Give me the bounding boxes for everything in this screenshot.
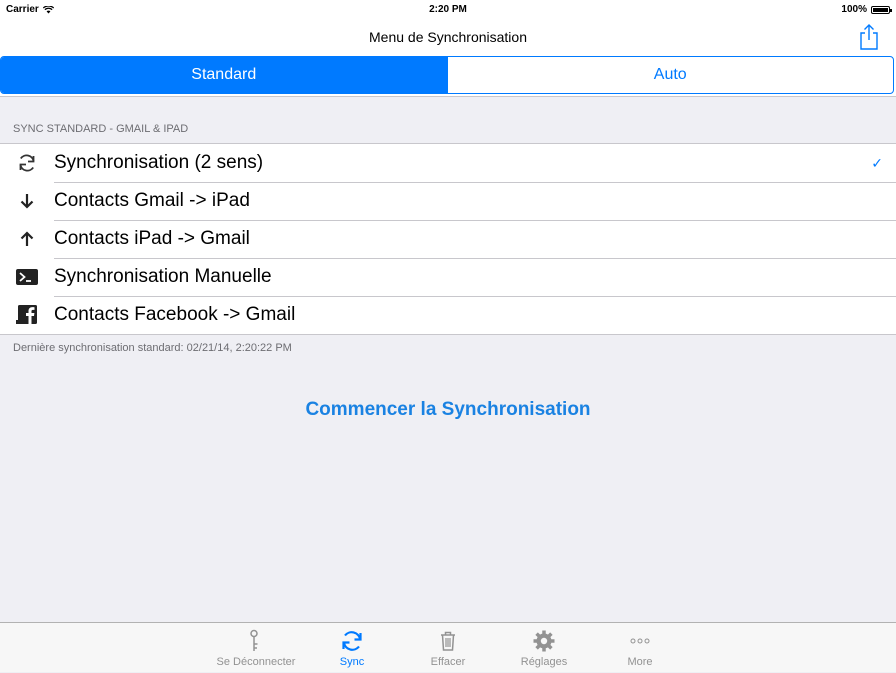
row-manual-sync[interactable]: Synchronisation Manuelle (0, 258, 896, 296)
row-ipad-to-gmail[interactable]: Contacts iPad -> Gmail (0, 220, 896, 258)
row-label: Contacts Facebook -> Gmail (54, 304, 296, 325)
row-facebook-to-gmail[interactable]: Contacts Facebook -> Gmail (0, 296, 896, 334)
sync-icon (16, 153, 38, 173)
terminal-icon (16, 267, 38, 287)
navigation-bar: Menu de Synchronisation (0, 20, 896, 54)
row-label: Contacts iPad -> Gmail (54, 228, 250, 249)
start-sync-button[interactable]: Commencer la Synchronisation (0, 399, 896, 421)
arrow-up-icon (16, 229, 38, 249)
tab-label: Réglages (520, 656, 568, 668)
key-icon (244, 629, 268, 653)
tab-label: Effacer (430, 656, 466, 668)
page-title: Menu de Synchronisation (369, 29, 527, 45)
segmented-control: Standard Auto (0, 56, 894, 94)
tab-label: Sync (339, 656, 365, 668)
battery-icon (871, 5, 892, 14)
trash-icon (436, 629, 460, 653)
more-icon (628, 629, 652, 653)
sync-icon (340, 629, 364, 653)
facebook-icon (16, 305, 38, 325)
share-icon (860, 24, 878, 50)
segment-auto[interactable]: Auto (446, 57, 894, 93)
row-sync-two-way[interactable]: Synchronisation (2 sens) ✓ (0, 144, 896, 182)
sync-options-list: Synchronisation (2 sens) ✓ Contacts Gmai… (0, 143, 896, 335)
section-header: SYNC STANDARD - GMAIL & IPAD (13, 123, 189, 135)
last-sync-footer: Dernière synchronisation standard: 02/21… (13, 342, 292, 354)
battery-percent: 100% (841, 4, 867, 15)
segment-standard[interactable]: Standard (1, 57, 447, 93)
tab-logout[interactable]: Se Déconnecter (208, 623, 304, 673)
tab-label: Se Déconnecter (216, 656, 296, 668)
row-label: Contacts Gmail -> iPad (54, 190, 250, 211)
tab-more[interactable]: More (592, 623, 688, 673)
segment-bar: Standard Auto (0, 54, 896, 97)
row-label: Synchronisation (2 sens) (54, 152, 264, 173)
clock: 2:20 PM (429, 4, 467, 15)
row-label: Synchronisation Manuelle (54, 266, 272, 287)
tab-settings[interactable]: Réglages (496, 623, 592, 673)
tab-label: More (627, 656, 653, 668)
status-bar: Carrier 2:20 PM 100% (0, 0, 896, 20)
arrow-down-icon (16, 191, 38, 211)
row-gmail-to-ipad[interactable]: Contacts Gmail -> iPad (0, 182, 896, 220)
tab-bar: Se Déconnecter Sync Effacer Réglages Mor… (0, 622, 896, 672)
checkmark-icon: ✓ (871, 155, 883, 171)
tab-sync[interactable]: Sync (304, 623, 400, 673)
share-button[interactable] (858, 23, 880, 51)
gear-icon (532, 629, 556, 653)
tab-erase[interactable]: Effacer (400, 623, 496, 673)
